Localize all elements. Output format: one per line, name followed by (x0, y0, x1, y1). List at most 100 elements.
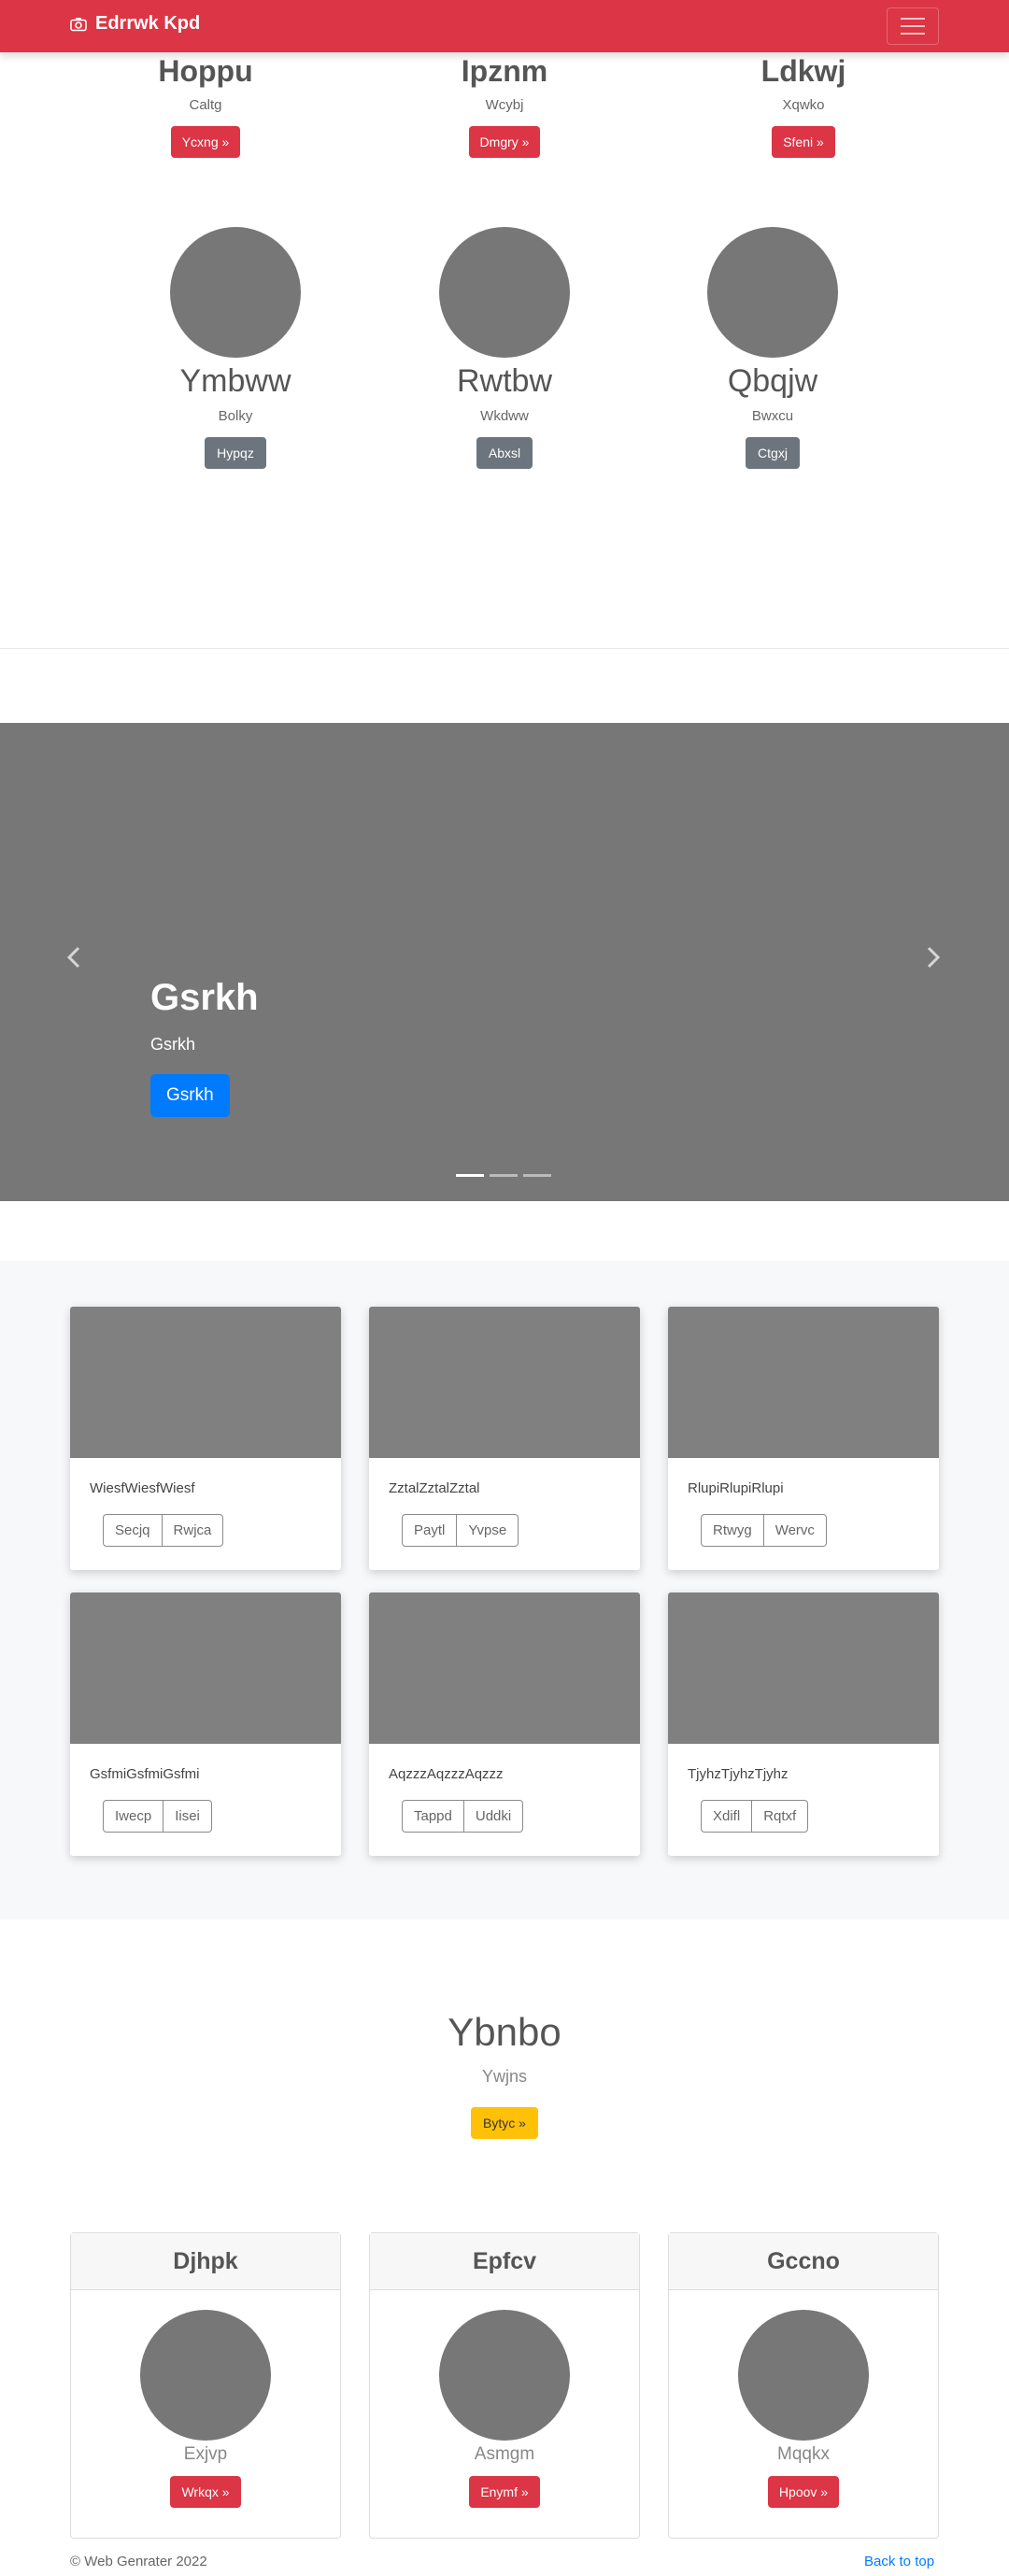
card-button[interactable]: Secjq (103, 1514, 163, 1547)
profile-name: Exjvp (183, 2444, 228, 2464)
gallery-card: GsfmiGsfmiGsfmi Iwecp Iisei (70, 1592, 341, 1856)
profile-name: Asmgm (474, 2444, 535, 2464)
hamburger-icon-line (901, 33, 925, 35)
feature-column: Ipznm Wcybj Dmgry » (369, 54, 640, 158)
card-button-group: Iwecp Iisei (103, 1800, 212, 1833)
card-image (668, 1592, 939, 1744)
card-button[interactable]: Iisei (163, 1800, 212, 1833)
profile-name: Mqqkx (777, 2444, 830, 2464)
avatar (738, 2310, 869, 2441)
card-text: TjyhzTjyhzTjyhz (688, 1766, 789, 1782)
carousel: Gsrkh Gsrkh Gsrkh (0, 723, 1009, 1201)
feature-column: Ldkwj Xqwko Sfeni » (668, 54, 939, 158)
card-image (369, 1307, 640, 1458)
feature-title: Ldkwj (760, 54, 846, 88)
circle-feature: Rwtbw Wkdww Abxsl (397, 227, 612, 469)
feature-title: Ymbww (179, 363, 291, 399)
avatar (439, 227, 570, 358)
card-button[interactable]: Wervc (763, 1514, 827, 1547)
navbar-brand[interactable]: Edrrwk Kpd (70, 13, 200, 35)
feature-button[interactable]: Ycxng » (170, 126, 241, 158)
gallery-card: TjyhzTjyhzTjyhz Xdifl Rqtxf (668, 1592, 939, 1856)
feature-subtitle: Bolky (218, 408, 253, 424)
hamburger-icon-line (901, 25, 925, 27)
feature-column: Hoppu Caltg Ycxng » (70, 54, 341, 158)
feature-subtitle: Wkdww (480, 408, 529, 424)
card-image (668, 1307, 939, 1458)
card-text: RlupiRlupiRlupi (688, 1480, 784, 1496)
profile-card: Gccno Mqqkx Hpoov » (668, 2232, 939, 2539)
section-button[interactable]: Bytyc » (471, 2107, 538, 2139)
profile-button[interactable]: Wrkqx » (170, 2476, 241, 2508)
feature-button[interactable]: Sfeni » (772, 126, 835, 158)
brand-label: Edrrwk Kpd (95, 13, 201, 34)
carousel-indicator[interactable] (523, 1174, 551, 1177)
circle-feature: Ymbww Bolky Hypqz (128, 227, 343, 469)
feature-button[interactable]: Dmgry » (468, 126, 541, 158)
feature-subtitle: Wcybj (485, 97, 524, 113)
feature-title: Rwtbw (456, 363, 553, 399)
card-button[interactable]: Tappd (402, 1800, 464, 1833)
card-button[interactable]: Rqtxf (752, 1800, 809, 1833)
card-text: WiesfWiesfWiesf (90, 1480, 195, 1496)
gallery-card: ZztalZztalZztal Paytl Yvpse (369, 1307, 640, 1570)
avatar (140, 2310, 271, 2441)
feature-subtitle: Xqwko (782, 97, 825, 113)
feature-subtitle: Caltg (189, 97, 222, 113)
card-button[interactable]: Xdifl (701, 1800, 753, 1833)
divider (0, 648, 1009, 649)
chevron-left-icon[interactable] (65, 945, 82, 977)
gallery-card: AqzzzAqzzzAqzzz Tappd Uddki (369, 1592, 640, 1856)
carousel-button[interactable]: Gsrkh (150, 1074, 230, 1117)
card-button-group: Tappd Uddki (402, 1800, 524, 1833)
camera-icon (70, 17, 87, 31)
profile-card: Djhpk Exjvp Wrkqx » (70, 2232, 341, 2539)
feature-subtitle: Bwxcu (751, 408, 794, 424)
card-button[interactable]: Paytl (402, 1514, 458, 1547)
feature-button[interactable]: Hypqz (205, 437, 266, 469)
feature-title: Hoppu (158, 54, 253, 88)
circle-feature: Qbqjw Bwxcu Ctgxj (665, 227, 880, 469)
profile-card: Epfcv Asmgm Enymf » (369, 2232, 640, 2539)
feature-title: Qbqjw (727, 363, 818, 399)
carousel-indicator[interactable] (490, 1174, 518, 1177)
profile-button[interactable]: Hpoov » (767, 2476, 840, 2508)
card-image (369, 1592, 640, 1744)
avatar (439, 2310, 570, 2441)
card-button[interactable]: Rtwyg (701, 1514, 764, 1547)
gallery-card: RlupiRlupiRlupi Rtwyg Wervc (668, 1307, 939, 1570)
feature-button[interactable]: Abxsl (476, 437, 533, 469)
profile-card-header: Epfcv (370, 2233, 639, 2290)
carousel-indicators (456, 1174, 551, 1177)
back-to-top-link[interactable]: Back to top (864, 2554, 934, 2569)
card-button[interactable]: Uddki (463, 1800, 524, 1833)
chevron-right-icon[interactable] (925, 945, 942, 977)
card-button-group: Xdifl Rqtxf (701, 1800, 809, 1833)
card-text: GsfmiGsfmiGsfmi (90, 1766, 200, 1782)
carousel-subtitle: Gsrkh (150, 1035, 196, 1054)
avatar (707, 227, 838, 358)
profile-card-header: Djhpk (71, 2233, 340, 2290)
feature-title: Ipznm (461, 54, 548, 88)
section-title: Ybnbo (448, 2010, 561, 2054)
card-text: AqzzzAqzzzAqzzz (389, 1766, 504, 1782)
card-button[interactable]: Yvpse (457, 1514, 519, 1547)
card-text: ZztalZztalZztal (389, 1480, 480, 1496)
carousel-title: Gsrkh (150, 977, 259, 1018)
card-button-group: Paytl Yvpse (402, 1514, 519, 1547)
feature-button[interactable]: Ctgxj (746, 437, 800, 469)
profile-card-header: Gccno (669, 2233, 938, 2290)
avatar (170, 227, 301, 358)
gallery-card: WiesfWiesfWiesf Secjq Rwjca (70, 1307, 341, 1570)
card-button-group: Rtwyg Wervc (701, 1514, 827, 1547)
carousel-indicator[interactable] (456, 1174, 484, 1177)
card-image (70, 1592, 341, 1744)
navbar: Edrrwk Kpd (0, 0, 1009, 52)
card-button-group: Secjq Rwjca (103, 1514, 224, 1547)
profile-button[interactable]: Enymf » (469, 2476, 540, 2508)
card-button[interactable]: Rwjca (162, 1514, 224, 1547)
section-subtitle: Ywjns (481, 2067, 527, 2086)
card-button[interactable]: Iwecp (103, 1800, 164, 1833)
hamburger-icon-line (901, 18, 925, 20)
menu-toggle-button[interactable] (887, 7, 939, 45)
